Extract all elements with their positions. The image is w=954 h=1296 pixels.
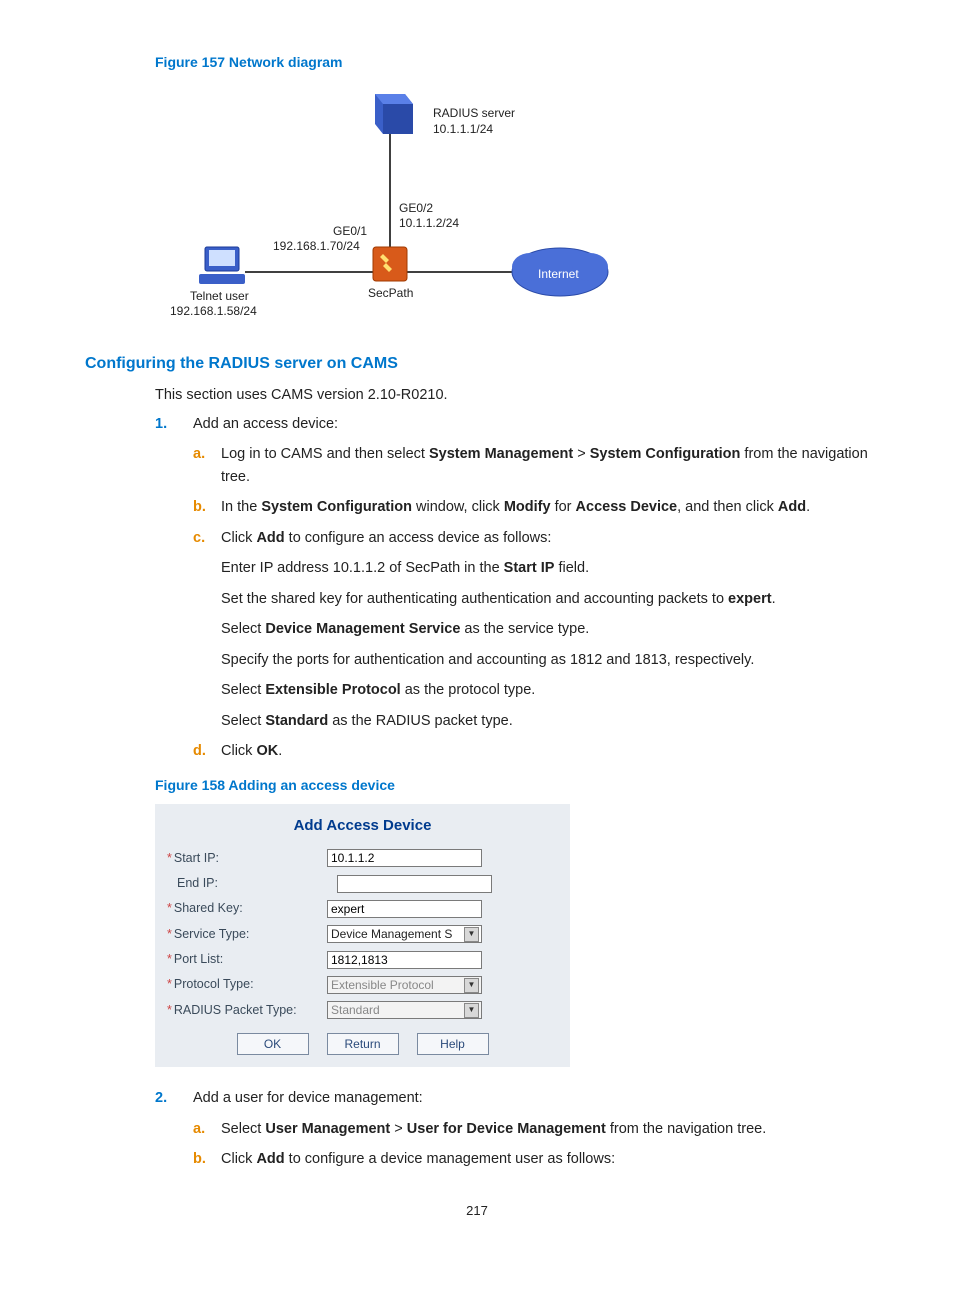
intro-text: This section uses CAMS version 2.10-R021… bbox=[155, 384, 869, 406]
secpath-label: SecPath bbox=[368, 284, 413, 303]
step-2a-mid: > bbox=[390, 1121, 407, 1137]
step-1d-marker: d. bbox=[193, 740, 206, 762]
step-1c-line2: Set the shared key for authenticating au… bbox=[221, 588, 869, 610]
add-access-device-panel: Add Access Device *Start IP: End IP: *Sh… bbox=[155, 804, 570, 1067]
step-1a-pre: Log in to CAMS and then select bbox=[221, 446, 429, 462]
button-row: OK Return Help bbox=[155, 1033, 570, 1055]
network-diagram: RADIUS server 10.1.1.1/24 GE0/2 10.1.1.2… bbox=[155, 82, 675, 332]
return-button[interactable]: Return bbox=[327, 1033, 399, 1055]
input-start-ip[interactable] bbox=[327, 849, 482, 867]
figure-157-caption: Figure 157 Network diagram bbox=[155, 52, 869, 74]
step-2b-pre: Click bbox=[221, 1151, 256, 1167]
label-service-type: *Service Type: bbox=[167, 925, 327, 944]
step-1c-marker: c. bbox=[193, 527, 205, 549]
label-radius-packet-type: *RADIUS Packet Type: bbox=[167, 1001, 327, 1020]
step-2a-b2: User for Device Management bbox=[407, 1121, 606, 1137]
ge02-label-2: 10.1.1.2/24 bbox=[399, 214, 459, 233]
step-1b-mid2: for bbox=[551, 499, 576, 515]
row-port-list: *Port List: bbox=[155, 947, 570, 972]
step-2-marker: 2. bbox=[155, 1087, 167, 1109]
select-radius-packet-type[interactable]: Standard ▼ bbox=[327, 1001, 482, 1019]
step-2a-b1: User Management bbox=[265, 1121, 390, 1137]
label-start-ip: *Start IP: bbox=[167, 849, 327, 868]
step-1c-line6: Select Standard as the RADIUS packet typ… bbox=[221, 710, 869, 732]
step-1a-mid: > bbox=[573, 446, 590, 462]
step-2a-marker: a. bbox=[193, 1118, 205, 1140]
ge01-label-2: 192.168.1.70/24 bbox=[273, 237, 360, 256]
label-shared-key: *Shared Key: bbox=[167, 899, 327, 918]
step-1a-b2: System Configuration bbox=[590, 446, 741, 462]
select-protocol-type-value: Extensible Protocol bbox=[331, 976, 434, 995]
step-1a-b1: System Management bbox=[429, 446, 573, 462]
input-port-list[interactable] bbox=[327, 951, 482, 969]
step-1b-mid3: , and then click bbox=[677, 499, 778, 515]
step-2b-b1: Add bbox=[256, 1151, 284, 1167]
step-1-text: Add an access device: bbox=[193, 416, 338, 432]
help-button[interactable]: Help bbox=[417, 1033, 489, 1055]
step-1d-b1: OK bbox=[256, 743, 278, 759]
step-2a-pre: Select bbox=[221, 1121, 265, 1137]
section-heading: Configuring the RADIUS server on CAMS bbox=[85, 352, 869, 377]
telnet-label-2: 192.168.1.58/24 bbox=[170, 302, 257, 321]
step-1d-post: . bbox=[278, 743, 282, 759]
row-service-type: *Service Type: Device Management S ▼ bbox=[155, 922, 570, 947]
step-1b: b. In the System Configuration window, c… bbox=[193, 496, 869, 518]
step-1b-b2: Modify bbox=[504, 499, 551, 515]
step-1c-post: to configure an access device as follows… bbox=[285, 530, 552, 546]
step-1b-b4: Add bbox=[778, 499, 806, 515]
step-1: 1. Add an access device: a. Log in to CA… bbox=[155, 413, 869, 763]
step-1d-pre: Click bbox=[221, 743, 256, 759]
figure-158-caption: Figure 158 Adding an access device bbox=[155, 775, 869, 797]
add-access-device-title: Add Access Device bbox=[155, 810, 570, 845]
step-1b-post: . bbox=[806, 499, 810, 515]
step-2b: b. Click Add to configure a device manag… bbox=[193, 1148, 869, 1170]
step-1b-b1: System Configuration bbox=[261, 499, 412, 515]
select-service-type[interactable]: Device Management S ▼ bbox=[327, 925, 482, 943]
secpath-icon bbox=[373, 247, 407, 281]
page-number: 217 bbox=[85, 1201, 869, 1221]
select-service-type-value: Device Management S bbox=[331, 925, 452, 944]
select-radius-packet-type-value: Standard bbox=[331, 1001, 380, 1020]
row-end-ip: End IP: bbox=[155, 871, 570, 896]
step-1c-line1: Enter IP address 10.1.1.2 of SecPath in … bbox=[221, 557, 869, 579]
step-1c-line3: Select Device Management Service as the … bbox=[221, 618, 869, 640]
row-start-ip: *Start IP: bbox=[155, 846, 570, 871]
input-end-ip[interactable] bbox=[337, 875, 492, 893]
row-protocol-type: *Protocol Type: Extensible Protocol ▼ bbox=[155, 972, 570, 997]
telnet-user-icon bbox=[199, 247, 245, 284]
step-2-text: Add a user for device management: bbox=[193, 1090, 423, 1106]
step-1b-b3: Access Device bbox=[576, 499, 678, 515]
input-shared-key[interactable] bbox=[327, 900, 482, 918]
chevron-down-icon: ▼ bbox=[464, 978, 479, 993]
step-1c: c. Click Add to configure an access devi… bbox=[193, 527, 869, 732]
step-1c-line5: Select Extensible Protocol as the protoc… bbox=[221, 679, 869, 701]
row-shared-key: *Shared Key: bbox=[155, 896, 570, 921]
step-1-marker: 1. bbox=[155, 413, 167, 435]
step-1c-line4: Specify the ports for authentication and… bbox=[221, 649, 869, 671]
step-1c-pre: Click bbox=[221, 530, 256, 546]
step-1d: d. Click OK. bbox=[193, 740, 869, 762]
chevron-down-icon: ▼ bbox=[464, 1003, 479, 1018]
step-1a-marker: a. bbox=[193, 443, 205, 465]
step-2a: a. Select User Management > User for Dev… bbox=[193, 1118, 869, 1140]
radius-server-label-2: 10.1.1.1/24 bbox=[433, 120, 493, 139]
step-1b-marker: b. bbox=[193, 496, 206, 518]
ok-button[interactable]: OK bbox=[237, 1033, 309, 1055]
select-protocol-type[interactable]: Extensible Protocol ▼ bbox=[327, 976, 482, 994]
label-protocol-type: *Protocol Type: bbox=[167, 975, 327, 994]
step-1c-b1: Add bbox=[256, 530, 284, 546]
step-1b-pre: In the bbox=[221, 499, 261, 515]
step-1b-mid1: window, click bbox=[412, 499, 504, 515]
row-radius-packet-type: *RADIUS Packet Type: Standard ▼ bbox=[155, 998, 570, 1023]
radius-server-icon bbox=[375, 94, 413, 134]
chevron-down-icon: ▼ bbox=[464, 927, 479, 942]
label-port-list: *Port List: bbox=[167, 950, 327, 969]
step-2b-marker: b. bbox=[193, 1148, 206, 1170]
step-2a-post: from the navigation tree. bbox=[606, 1121, 766, 1137]
label-end-ip: End IP: bbox=[167, 874, 337, 893]
internet-label: Internet bbox=[538, 265, 579, 284]
step-2: 2. Add a user for device management: a. … bbox=[155, 1087, 869, 1170]
step-2b-post: to configure a device management user as… bbox=[285, 1151, 615, 1167]
step-1a: a. Log in to CAMS and then select System… bbox=[193, 443, 869, 488]
